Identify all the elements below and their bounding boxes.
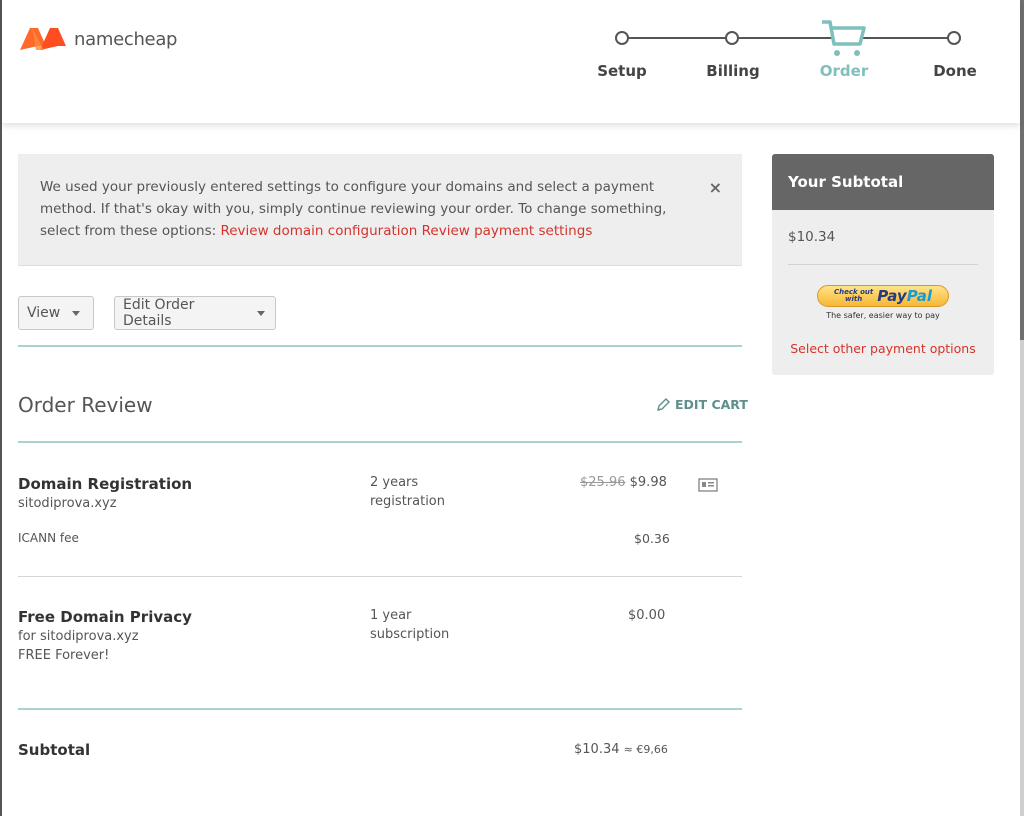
edit-cart-link[interactable]: EDIT CART [656,397,748,412]
subtotal-converted: ≈ €9,66 [623,743,668,756]
paypal-logo-pal: Pal [906,287,933,305]
logo[interactable]: namecheap [18,26,177,52]
pencil-icon [657,397,670,411]
settings-notice: We used your previously entered settings… [18,154,742,266]
paypal-tagline: The safer, easier way to pay [826,311,940,320]
paypal-small-line2: with [844,295,863,303]
subtotal-label: Subtotal [18,741,91,759]
edit-order-details-label: Edit Order Details [123,297,195,329]
page-header: namecheap Setup Billing Order Done [2,0,1020,123]
namecheap-logo-icon [20,28,66,50]
step-order-label: Order [819,62,869,80]
chevron-down-icon [257,310,265,316]
sidebar-title: Your Subtotal [772,154,994,210]
subtotal-sidebar: Your Subtotal $10.34 Check out with PayP… [772,154,994,375]
edit-order-details-dropdown[interactable]: Edit Order Details [114,296,276,330]
item-period: 2 years [370,475,419,490]
brand-name: namecheap [74,28,178,50]
review-payment-settings-link[interactable]: Review payment settings [422,223,593,239]
fee-label: ICANN fee [18,531,79,545]
item-new-price: $9.98 [629,475,667,490]
sidebar-amount: $10.34 [788,229,836,245]
step-done-dot [947,31,961,45]
item-title: Free Domain Privacy [18,608,192,626]
step-billing-label: Billing [706,62,760,80]
contact-card-icon[interactable] [698,478,718,492]
review-domain-config-link[interactable]: Review domain configuration [220,223,417,239]
notice-text: We used your previously entered settings… [40,176,680,242]
paypal-checkout-button[interactable]: Check out with PayPal [817,285,949,307]
item-note: FREE Forever! [18,648,110,663]
divider [18,576,742,577]
subtotal-value: $10.34 ≈ €9,66 [574,742,668,757]
divider [18,708,742,710]
order-review-title: Order Review [18,393,153,417]
item-period-detail: registration [370,494,446,509]
item-old-price: $25.96 [580,475,626,490]
step-setup-label: Setup [597,62,647,80]
step-billing-dot [725,31,739,45]
paypal-checkout-text: Check out with [834,289,873,303]
item-period: 1 year [370,608,412,623]
cart-icon [822,20,866,56]
edit-cart-label: EDIT CART [675,397,748,412]
subtotal-amount: $10.34 [574,742,620,757]
paypal-logo: PayPal [877,287,932,305]
other-payment-options-link[interactable]: Select other payment options [772,341,994,356]
item-period-detail: subscription [370,627,450,642]
view-dropdown[interactable]: View [18,296,94,330]
scrollbar-track[interactable] [1020,0,1024,816]
fee-price: $0.36 [634,531,670,546]
view-dropdown-label: View [27,305,61,321]
divider [18,441,742,443]
paypal-logo-pay: Pay [877,287,907,305]
item-domain: sitodiprova.xyz [18,496,117,511]
chevron-down-icon [72,310,81,316]
divider [788,264,978,265]
step-done-label: Done [933,62,977,80]
item-domain: for sitodiprova.xyz [18,629,139,644]
close-icon[interactable]: × [709,178,722,197]
step-setup-dot [615,31,629,45]
divider [18,345,742,347]
item-price: $25.96 $9.98 [580,475,667,490]
item-price: $0.00 [628,608,666,623]
item-title: Domain Registration [18,475,193,493]
checkout-progress: Setup Billing Order Done [562,20,1022,92]
